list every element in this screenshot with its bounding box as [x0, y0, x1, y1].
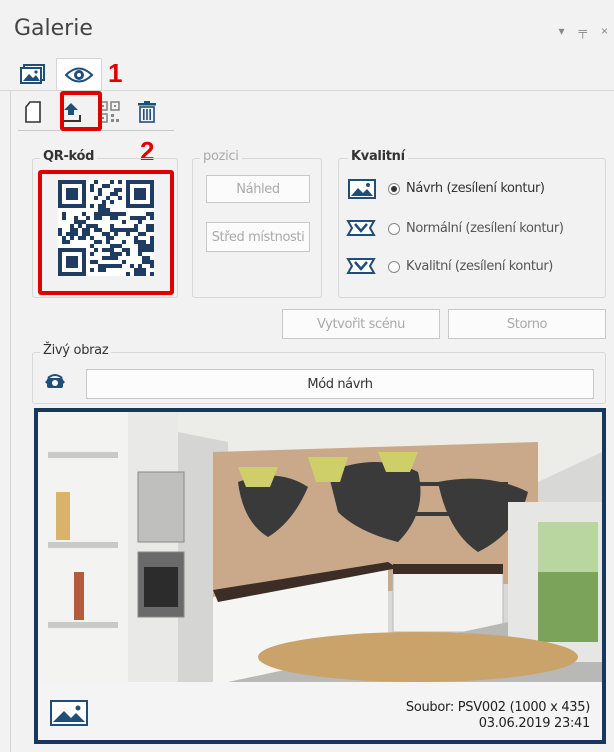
file-date-line: 03.06.2019 23:41	[478, 716, 591, 731]
mode-button[interactable]: Mód návrh	[86, 369, 594, 399]
file-name-line: Soubor: PSV002 (1000 x 435)	[405, 700, 590, 715]
delete-button[interactable]	[132, 97, 162, 127]
qr-code-image[interactable]	[58, 180, 154, 276]
panel-titlebar: Galerie ▾ ╤ ×	[0, 0, 614, 56]
quality-option-quality-label: Kvalitní (zesílení kontur)	[406, 259, 553, 274]
panel-tabs	[10, 58, 102, 90]
radio-normal[interactable]	[388, 222, 400, 235]
eye-icon	[65, 67, 93, 82]
tab-gallery[interactable]	[10, 58, 56, 90]
upload-highlight	[60, 91, 102, 131]
panel-title: Galerie	[14, 16, 93, 41]
quality-option-normal[interactable]: Normální (zesílení kontur)	[388, 221, 564, 236]
pin-icon[interactable]: ╤	[578, 24, 587, 38]
gallery-image-icon	[20, 64, 45, 84]
dropdown-icon[interactable]: ▾	[558, 24, 564, 38]
kitchen-render-image	[38, 412, 602, 682]
preview-footer: Soubor: PSV002 (1000 x 435) 03.06.2019 2…	[38, 682, 602, 740]
trash-icon	[138, 101, 156, 123]
titlebar-controls: ▾ ╤ ×	[558, 24, 608, 38]
quality-option-draft-label: Návrh (zesílení kontur)	[406, 181, 545, 196]
preview-button[interactable]: Náhled	[206, 175, 310, 203]
position-label: pozici	[200, 149, 242, 164]
live-view-label: Živý obraz	[40, 343, 112, 358]
quality-option-normal-label: Normální (zesílení kontur)	[406, 221, 564, 236]
radio-quality[interactable]	[388, 260, 400, 273]
quality-option-quality[interactable]: Kvalitní (zesílení kontur)	[388, 259, 553, 274]
file-info: Soubor: PSV002 (1000 x 435) 03.06.2019 2…	[406, 700, 590, 732]
quality-label: Kvalitní	[348, 149, 408, 164]
room-center-button[interactable]: Střed místnosti	[206, 222, 310, 252]
tab-eye[interactable]	[56, 58, 102, 90]
quality-option-draft[interactable]: Návrh (zesílení kontur)	[388, 181, 545, 196]
cancel-button[interactable]: Storno	[448, 309, 606, 339]
image-type-icon	[50, 700, 88, 726]
new-page-icon	[25, 101, 41, 123]
gallery-panel: Galerie ▾ ╤ × 1 2 QR-kód pozici Náhled S…	[0, 0, 614, 752]
radio-draft[interactable]	[388, 182, 400, 195]
draft-image-icon	[348, 179, 376, 199]
create-scene-button[interactable]: Vytvořit scénu	[282, 309, 440, 339]
close-icon[interactable]: ×	[601, 24, 608, 38]
new-page-button[interactable]	[18, 97, 48, 127]
annotation-1: 1	[108, 58, 123, 88]
qr-code-label: QR-kód	[40, 149, 98, 164]
preview-frame[interactable]: Soubor: PSV002 (1000 x 435) 03.06.2019 2…	[34, 408, 606, 744]
live-camera-icon[interactable]	[44, 373, 66, 391]
quality-render-icon	[346, 258, 376, 274]
normal-render-icon	[346, 220, 376, 236]
